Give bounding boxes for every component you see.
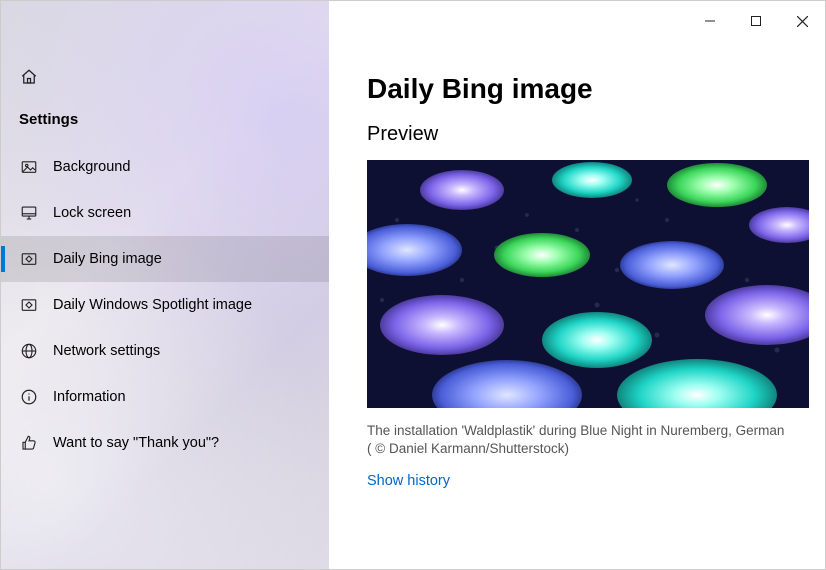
nav-item-lock-screen[interactable]: Lock screen — [1, 190, 329, 236]
image-sparkle-icon — [19, 249, 39, 269]
preview-caption: The installation 'Waldplastik' during Bl… — [367, 422, 787, 458]
nav-item-network[interactable]: Network settings — [1, 328, 329, 374]
info-icon — [19, 387, 39, 407]
home-button[interactable] — [9, 59, 49, 95]
nav-item-label: Information — [53, 389, 126, 405]
nav-item-label: Background — [53, 159, 130, 175]
thumbs-up-icon — [19, 433, 39, 453]
picture-icon — [19, 157, 39, 177]
preview-image — [367, 160, 809, 408]
minimize-button[interactable] — [687, 5, 733, 37]
globe-icon — [19, 341, 39, 361]
sidebar-nav: Background Lock screen Daily Bing image … — [1, 144, 329, 466]
show-history-link[interactable]: Show history — [367, 473, 450, 489]
nav-item-label: Daily Bing image — [53, 251, 162, 267]
minimize-icon — [705, 16, 715, 26]
maximize-button[interactable] — [733, 5, 779, 37]
nav-item-label: Network settings — [53, 343, 160, 359]
monitor-icon — [19, 203, 39, 223]
nav-item-thank-you[interactable]: Want to say "Thank you"? — [1, 420, 329, 466]
nav-item-information[interactable]: Information — [1, 374, 329, 420]
content-pane: Daily Bing image Preview — [329, 1, 825, 569]
close-icon — [797, 16, 808, 27]
maximize-icon — [751, 16, 761, 26]
nav-item-label: Daily Windows Spotlight image — [53, 297, 252, 313]
section-title: Preview — [367, 123, 787, 146]
close-button[interactable] — [779, 5, 825, 37]
nav-item-daily-spotlight[interactable]: Daily Windows Spotlight image — [1, 282, 329, 328]
nav-item-label: Want to say "Thank you"? — [53, 435, 219, 451]
sidebar: Settings Background Lock screen Daily Bi… — [1, 1, 329, 569]
settings-heading: Settings — [1, 101, 329, 144]
window-titlebar — [687, 1, 825, 41]
nav-item-label: Lock screen — [53, 205, 131, 221]
image-sparkle-icon — [19, 295, 39, 315]
nav-item-background[interactable]: Background — [1, 144, 329, 190]
home-icon — [20, 68, 38, 86]
nav-item-daily-bing[interactable]: Daily Bing image — [1, 236, 329, 282]
page-title: Daily Bing image — [367, 73, 787, 105]
